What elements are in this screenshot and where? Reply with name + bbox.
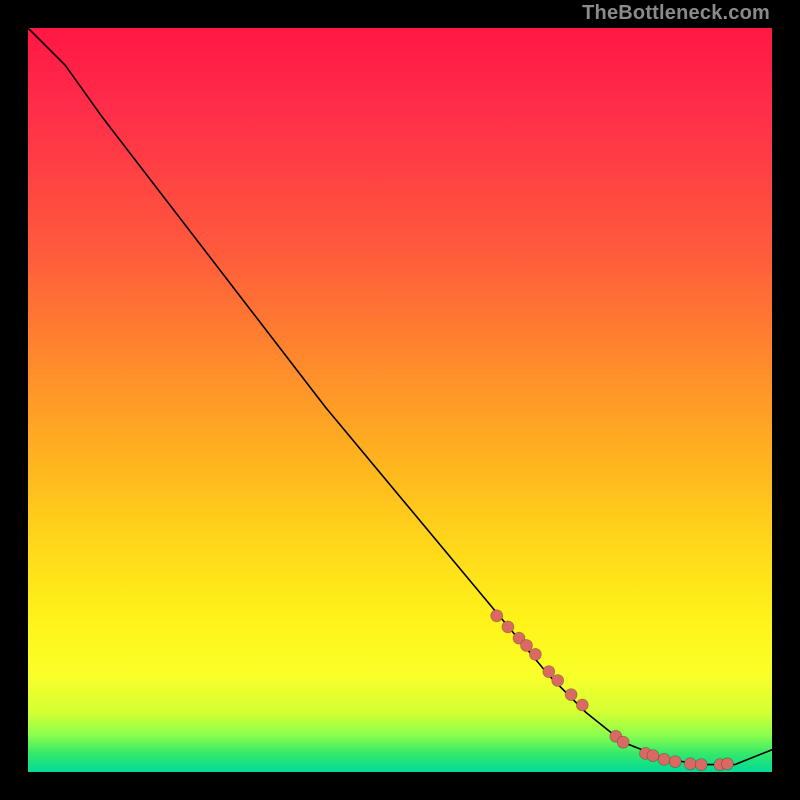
- highlight-dot: [647, 750, 659, 762]
- highlight-dot: [543, 666, 555, 678]
- highlight-dot: [658, 753, 670, 765]
- curve-path: [28, 28, 772, 765]
- highlight-dot: [565, 689, 577, 701]
- highlight-dot: [552, 675, 564, 687]
- highlight-dot: [576, 699, 588, 711]
- watermark-text: TheBottleneck.com: [582, 2, 770, 25]
- highlight-dot: [617, 736, 629, 748]
- highlight-dot: [529, 648, 541, 660]
- highlight-dot: [669, 756, 681, 768]
- chart-stage: TheBottleneck.com: [0, 0, 800, 800]
- highlight-dot: [684, 758, 696, 770]
- highlight-dot: [521, 640, 533, 652]
- highlight-dot: [502, 621, 514, 633]
- plot-area: [28, 28, 772, 772]
- bottleneck-curve: [28, 28, 772, 765]
- highlight-points: [491, 610, 734, 771]
- chart-svg: [28, 28, 772, 772]
- highlight-dot: [491, 610, 503, 622]
- highlight-dot: [695, 759, 707, 771]
- highlight-dot: [721, 758, 733, 770]
